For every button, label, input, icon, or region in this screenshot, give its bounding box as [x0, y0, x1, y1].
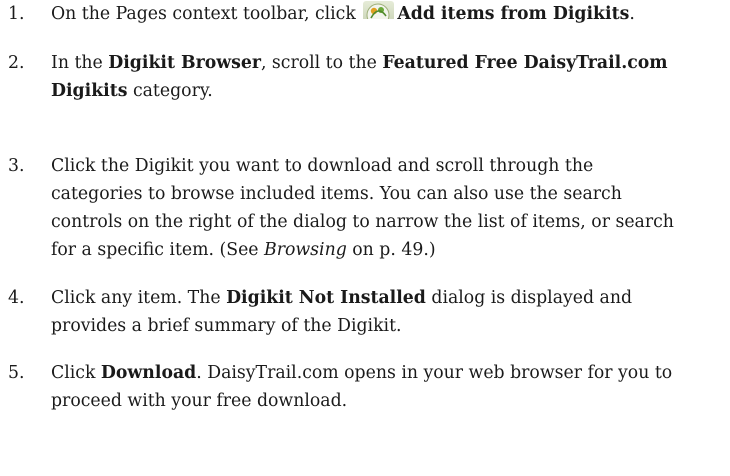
step-number: 5. [8, 363, 25, 383]
step-number: 4. [8, 288, 25, 308]
step-text-segment: on p. 49.) [346, 240, 436, 260]
step-text: Click Download. DaisyTrail.com opens in … [51, 359, 681, 415]
bold-term: Download [100, 363, 197, 383]
step-text: Click the Digikit you want to download a… [51, 152, 681, 264]
bold-term: Add items from Digikits [397, 4, 630, 24]
step-text-segment: . [629, 4, 635, 24]
step-text-segment: On the Pages context toolbar, click [51, 4, 362, 24]
step-text-segment: , scroll to the [260, 53, 383, 73]
step-number: 3. [8, 156, 25, 176]
step-text-segment: In the [51, 53, 109, 73]
bold-term: Digikit Not Installed [226, 288, 426, 308]
step-text-segment: category. [127, 81, 213, 101]
step-text-segment: Click [51, 363, 101, 383]
instruction-steps: 1. On the Pages context toolbar, click Ad… [0, 0, 730, 476]
italic-reference: Browsing [264, 240, 347, 260]
step-text: On the Pages context toolbar, click Add … [51, 0, 681, 28]
step-number: 2. [8, 53, 25, 73]
step-text: Click any item. The Digikit Not Installe… [51, 284, 681, 340]
bold-term: Digikit Browser [108, 53, 261, 73]
step-text-segment: Click any item. The [51, 288, 227, 308]
step-number: 1. [8, 4, 25, 24]
step-text: In the Digikit Browser, scroll to the Fe… [51, 49, 681, 105]
add-items-from-digikits-icon [363, 1, 395, 19]
